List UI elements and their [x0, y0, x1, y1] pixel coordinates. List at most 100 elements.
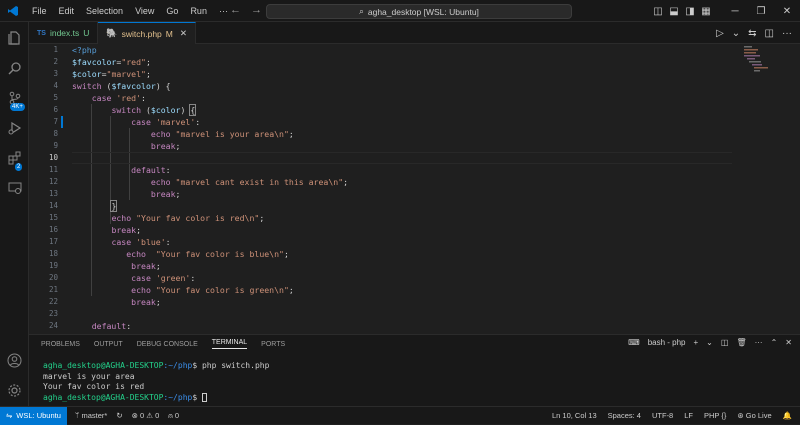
terminal-line: marvel is your area	[43, 371, 135, 381]
chevron-down-icon[interactable]: ⌄	[706, 338, 713, 347]
terminal-output[interactable]: agha_desktop@AGHA-DESKTOP:~/php$ php swi…	[29, 353, 800, 403]
compare-changes-icon[interactable]: ⇆	[748, 28, 756, 39]
tab-terminal[interactable]: TERMINAL	[211, 339, 248, 349]
line-number: 10	[48, 153, 58, 162]
restore-button[interactable]: ❐	[748, 6, 774, 17]
panel-toolbar: ⌨ bash - php + ⌄ ◫ 🗑 ··· ⌃ ✕	[628, 338, 792, 347]
line-number: 4	[53, 81, 58, 90]
code-line: break;	[150, 141, 181, 151]
sync-icon[interactable]: ↻	[116, 411, 122, 420]
menu-selection[interactable]: Selection	[80, 6, 129, 16]
toggle-secondary-sidebar-icon[interactable]: ◨	[682, 6, 698, 17]
terminal-selector[interactable]: bash - php	[648, 338, 686, 347]
indentation[interactable]: Spaces: 4	[608, 411, 641, 420]
code-line: echo "Your fav color is green\n";	[131, 285, 294, 295]
code-line: echo "marvel cant exist in this area\n";	[150, 177, 349, 187]
more-actions-icon[interactable]: ···	[755, 338, 763, 347]
accounts-icon[interactable]	[0, 346, 29, 374]
menu-file[interactable]: File	[26, 6, 53, 16]
status-bar: ⇋ WSL: Ubuntu ᛘ master* ↻ ⊗ 0 ⚠ 0 ⍝ 0 Ln…	[0, 406, 800, 425]
problems-item[interactable]: ⊗ 0 ⚠ 0	[132, 411, 160, 420]
command-center[interactable]: ⌕ agha_desktop [WSL: Ubuntu]	[266, 4, 572, 19]
more-actions-icon[interactable]: ···	[782, 28, 792, 39]
end-of-line[interactable]: LF	[684, 411, 693, 420]
terminal-command: $ php switch.php	[192, 361, 270, 370]
remote-explorer-icon[interactable]	[0, 174, 29, 202]
chevron-down-icon[interactable]: ⌄	[732, 28, 740, 39]
code-line: case 'red':	[91, 93, 146, 103]
code-line-current	[72, 152, 732, 164]
line-number: 22	[48, 297, 58, 306]
close-window-button[interactable]: ✕	[774, 6, 800, 17]
back-arrow-icon[interactable]: ←	[230, 4, 241, 16]
split-terminal-icon[interactable]: ◫	[721, 338, 729, 347]
branch-item[interactable]: ᛘ master*	[75, 411, 107, 420]
line-number: 1	[53, 45, 58, 54]
close-panel-icon[interactable]: ✕	[785, 338, 792, 347]
customize-layout-icon[interactable]: ▦	[698, 6, 714, 17]
menu-bar: File Edit Selection View Go Run ···	[26, 6, 234, 16]
go-live-button[interactable]: ⊛ Go Live	[737, 411, 771, 420]
notifications-bell-icon[interactable]: 🔔	[783, 411, 792, 420]
tab-status: M	[165, 28, 173, 39]
go-live-label: Go Live	[745, 411, 772, 420]
line-number-gutter: 1 2 3 4 5 6 7 8 9 10 11 12 13 14 15 16 1…	[29, 44, 58, 334]
menu-edit[interactable]: Edit	[53, 6, 81, 16]
line-number: 11	[48, 165, 58, 174]
forward-arrow-icon[interactable]: →	[251, 4, 262, 16]
search-icon[interactable]	[0, 54, 29, 82]
ports-item[interactable]: ⍝ 0	[168, 411, 179, 421]
line-number: 12	[48, 177, 58, 186]
toggle-panel-icon[interactable]: ⬓	[666, 6, 682, 17]
activity-bar: 4K+ 2	[0, 22, 29, 406]
minimap[interactable]	[744, 44, 770, 84]
close-tab-icon[interactable]: ✕	[180, 28, 187, 39]
minimize-button[interactable]: ─	[722, 6, 748, 17]
language-mode[interactable]: PHP {}	[704, 411, 726, 420]
branch-icon: ᛘ	[74, 411, 80, 420]
warning-count: 0	[155, 411, 160, 420]
encoding[interactable]: UTF-8	[652, 411, 673, 420]
tab-ports[interactable]: PORTS	[261, 341, 285, 348]
menu-go[interactable]: Go	[160, 6, 184, 16]
tab-problems[interactable]: PROBLEMS	[41, 341, 80, 348]
code-line: $favcolor="red";	[72, 57, 151, 67]
tab-switch-php[interactable]: 🐘 switch.php M ✕	[98, 22, 196, 44]
broadcast-icon: ⊛	[737, 411, 744, 420]
php-file-icon: 🐘	[106, 28, 118, 38]
terminal-line: agha_desktop@AGHA-DESKTOP:~/php$ php swi…	[43, 361, 800, 372]
line-number: 16	[48, 225, 58, 234]
settings-gear-icon[interactable]	[0, 376, 29, 404]
command-center-label: agha_desktop [WSL: Ubuntu]	[367, 6, 479, 17]
line-number: 13	[48, 189, 58, 198]
code-line: case 'marvel':	[131, 117, 201, 127]
code-line: switch ($color) {	[111, 104, 197, 116]
new-terminal-icon[interactable]: +	[694, 338, 699, 347]
code-editor[interactable]: 1 2 3 4 5 6 7 8 9 10 11 12 13 14 15 16 1…	[29, 44, 800, 334]
extensions-badge: 2	[15, 163, 23, 171]
menu-view[interactable]: View	[129, 6, 160, 16]
extensions-icon[interactable]: 2	[0, 144, 29, 172]
remote-indicator[interactable]: ⇋ WSL: Ubuntu	[0, 406, 67, 425]
explorer-icon[interactable]	[0, 24, 29, 52]
run-file-icon[interactable]: ▷	[716, 28, 724, 39]
tab-output[interactable]: OUTPUT	[94, 341, 123, 348]
cursor-position[interactable]: Ln 10, Col 13	[552, 411, 597, 420]
menu-run[interactable]: Run	[184, 6, 213, 16]
remote-icon: ⇋	[6, 411, 13, 420]
tab-index-ts[interactable]: TS index.ts U	[29, 22, 99, 44]
scm-badge: 4K+	[10, 103, 25, 111]
run-debug-icon[interactable]	[0, 114, 29, 142]
bottom-panel: PROBLEMS OUTPUT DEBUG CONSOLE TERMINAL P…	[29, 334, 800, 406]
terminal-icon: ⌨	[628, 338, 640, 347]
maximize-panel-icon[interactable]: ⌃	[771, 338, 778, 347]
split-editor-icon[interactable]: ◫	[765, 28, 774, 39]
trash-icon[interactable]: 🗑	[736, 338, 746, 347]
tab-debug-console[interactable]: DEBUG CONSOLE	[137, 341, 198, 348]
line-number: 7	[53, 117, 58, 126]
code-line: <?php	[72, 45, 97, 55]
prompt-user: agha_desktop@AGHA-DESKTOP	[43, 361, 164, 370]
toggle-primary-sidebar-icon[interactable]: ◫	[650, 6, 666, 17]
editor-tabs: TS index.ts U 🐘 switch.php M ✕ ▷ ⌄ ⇆ ◫ ·…	[29, 22, 800, 44]
source-control-icon[interactable]: 4K+	[0, 84, 29, 112]
